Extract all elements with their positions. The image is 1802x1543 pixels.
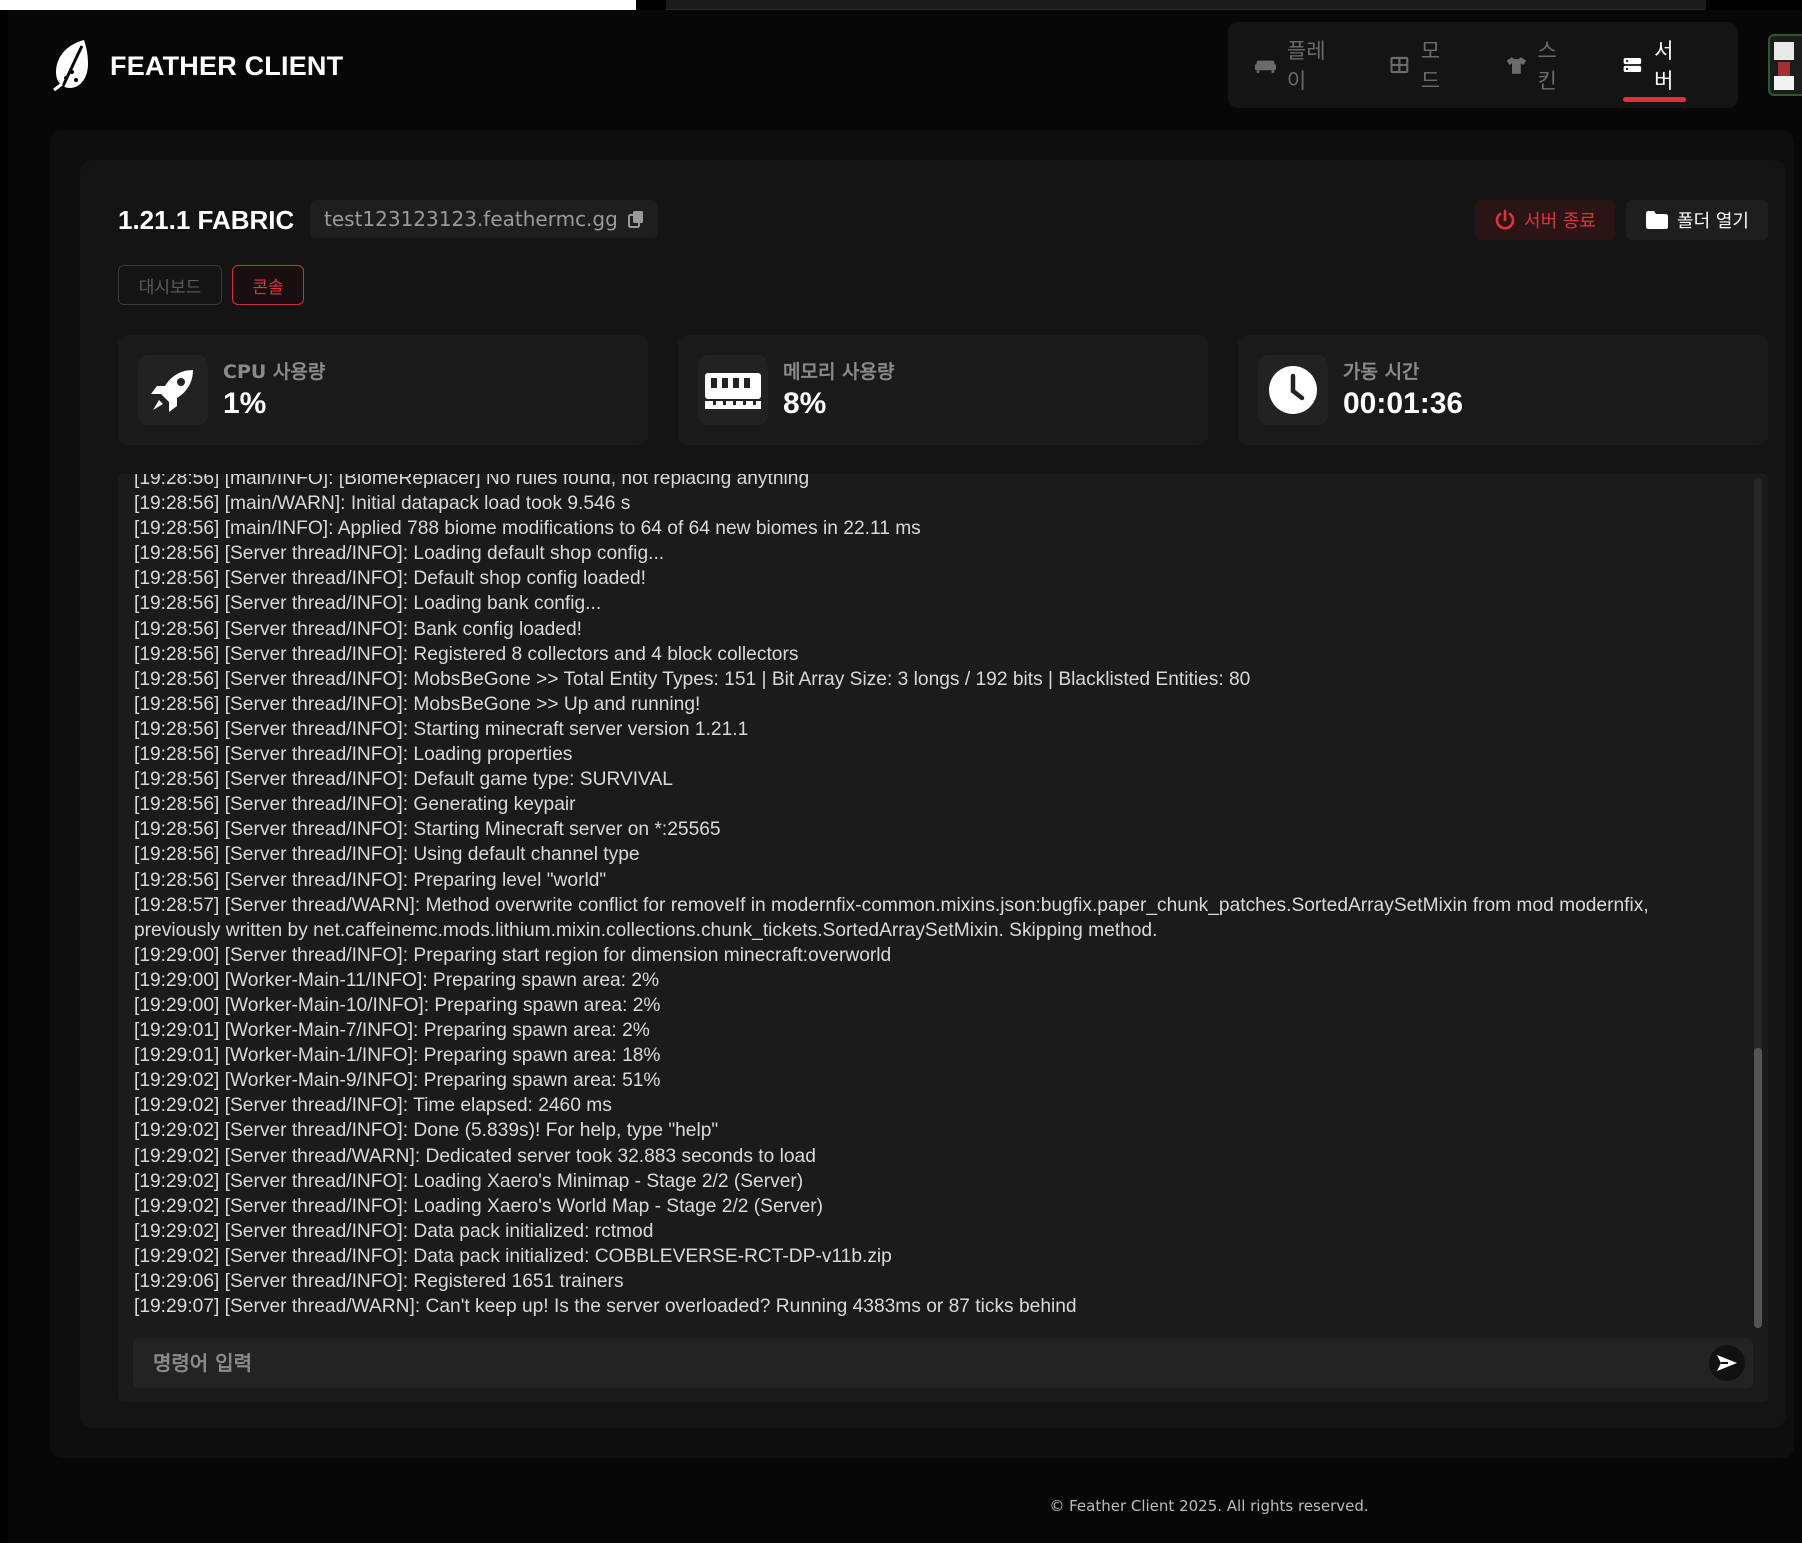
console-line: [19:29:06] [Server thread/INFO]: Registe… [134,1271,624,1292]
main-nav: 플레이 모드 스킨 서버 [1228,22,1738,108]
console-line: [19:28:56] [Server thread/INFO]: Using d… [134,844,640,866]
server-icon [1623,57,1642,73]
console-line: [19:28:56] [Server thread/INFO]: Registe… [134,643,799,665]
console-line: [19:29:02] [Server thread/INFO]: Data pa… [134,1245,892,1267]
window-strip-left [0,0,636,10]
memory-usage-value: 8% [783,387,827,420]
console-line: [19:29:02] [Server thread/INFO]: Loading… [134,1195,824,1217]
console-line: [19:29:02] [Worker-Main-9/INFO]: Prepari… [134,1070,661,1092]
memory-icon [698,355,768,425]
send-button[interactable] [1709,1345,1745,1381]
nav-item-skins[interactable]: 스킨 [1505,22,1572,108]
console-line: [19:28:56] [Server thread/INFO]: Loading… [134,744,573,766]
uptime-value: 00:01:36 [1343,387,1464,420]
avatar-pixel [1774,76,1794,90]
feather-logo-icon [53,40,88,92]
tab-console[interactable]: 콘솔 [232,265,304,305]
console-line: [19:28:56] [main/INFO]: Applied 788 biom… [134,518,921,540]
brand: FEATHER CLIENT [50,38,343,94]
sofa-icon [1254,60,1277,73]
console-line: [19:29:07] [Server thread/WARN]: Can't k… [134,1296,1077,1318]
console-line: [19:29:02] [Server thread/WARN]: Dedicat… [134,1145,816,1167]
console-line: [19:29:02] [Server thread/INFO]: Loading… [134,1170,804,1192]
nav-item-server[interactable]: 서버 [1621,22,1688,108]
console-line: [19:29:02] [Server thread/INFO]: Data pa… [134,1220,654,1242]
nav-item-label: 플레이 [1286,39,1326,93]
command-bar [133,1338,1753,1388]
avatar-pixel [1778,62,1790,76]
nav-item-label: 스킨 [1537,39,1557,93]
clock-icon [1258,355,1328,425]
console-scrollbar[interactable] [1754,478,1762,1328]
cpu-usage-value: 1% [223,387,267,420]
cpu-usage-card: CPU 사용량 1% [118,335,648,445]
folder-icon [1646,211,1669,229]
console-line: [19:28:56] [Server thread/INFO]: Loading… [134,543,665,565]
command-input[interactable] [153,1351,1653,1375]
console-line: [19:28:56] [Server thread/INFO]: Startin… [134,819,721,841]
console-line: [19:28:56] [Server thread/INFO]: MobsBeG… [134,693,701,715]
copy-icon[interactable] [627,210,644,228]
cpu-usage-label: CPU 사용량 [223,361,326,383]
console-line: [19:28:57] [Server thread/WARN]: Method … [134,894,1655,941]
rocket-icon [138,355,208,425]
console-line: [19:28:56] [Server thread/INFO]: Default… [134,769,673,791]
grid-icon [1390,56,1409,74]
nav-item-label: 서버 [1654,39,1674,93]
power-icon [1495,209,1515,230]
window-strip-right [666,0,1706,10]
open-folder-button[interactable]: 폴더 열기 [1626,200,1768,240]
console-line: [19:29:02] [Server thread/INFO]: Time el… [134,1095,612,1117]
memory-usage-card: 메모리 사용량 8% [678,335,1208,445]
console-line: [19:29:00] [Worker-Main-10/INFO]: Prepar… [134,994,661,1016]
nav-item-play[interactable]: 플레이 [1254,22,1338,108]
console-line: [19:29:00] [Server thread/INFO]: Prepari… [134,944,892,966]
footer-copyright: © Feather Client 2025. All rights reserv… [1049,1497,1369,1515]
console-scroll-thumb[interactable] [1754,1048,1762,1328]
shirt-icon [1506,57,1526,74]
open-folder-label: 폴더 열기 [1677,211,1749,232]
server-title: 1.21.1 FABRIC [118,205,295,235]
avatar[interactable] [1768,34,1802,96]
console-line: [19:29:01] [Worker-Main-1/INFO]: Prepari… [134,1045,661,1067]
console-line: [19:28:56] [main/INFO]: [BiomeReplacer] … [134,474,810,489]
tab-dashboard[interactable]: 대시보드 [118,265,222,305]
console-line: [19:28:56] [Server thread/INFO]: Default… [134,568,646,590]
server-address-chip[interactable]: test123123123.feathermc.gg [310,200,658,238]
avatar-pixel [1774,42,1794,60]
console-line: [19:28:56] [Server thread/INFO]: Startin… [134,718,749,740]
console-line: [19:29:02] [Server thread/INFO]: Done (5… [134,1120,719,1142]
uptime-label: 가동 시간 [1343,361,1420,383]
console-line: [19:28:56] [Server thread/INFO]: Generat… [134,794,576,816]
console-line: [19:28:56] [main/WARN]: Initial datapack… [134,493,631,515]
console-line: [19:28:56] [Server thread/INFO]: Loading… [134,593,602,615]
stop-server-label: 서버 종료 [1524,211,1596,232]
stop-server-button[interactable]: 서버 종료 [1475,200,1615,240]
console-log: [19:28:56] [main/INFO]: [BiomeReplacer] … [134,474,1738,1319]
console-line: [19:28:56] [Server thread/INFO]: Prepari… [134,869,607,891]
console-output[interactable]: [19:28:56] [main/INFO]: [BiomeReplacer] … [118,474,1768,1402]
console-line: [19:29:00] [Worker-Main-11/INFO]: Prepar… [134,969,660,991]
server-address: test123123123.feathermc.gg [324,207,618,231]
send-icon [1717,1355,1737,1371]
uptime-card: 가동 시간 00:01:36 [1238,335,1768,445]
memory-usage-label: 메모리 사용량 [783,361,895,383]
nav-item-mods[interactable]: 모드 [1388,22,1455,108]
console-line: [19:28:56] [Server thread/INFO]: Bank co… [134,618,582,640]
console-line: [19:28:56] [Server thread/INFO]: MobsBeG… [134,668,1251,690]
nav-item-label: 모드 [1420,39,1441,93]
brand-name: FEATHER CLIENT [110,50,344,81]
console-line: [19:29:01] [Worker-Main-7/INFO]: Prepari… [134,1020,650,1042]
